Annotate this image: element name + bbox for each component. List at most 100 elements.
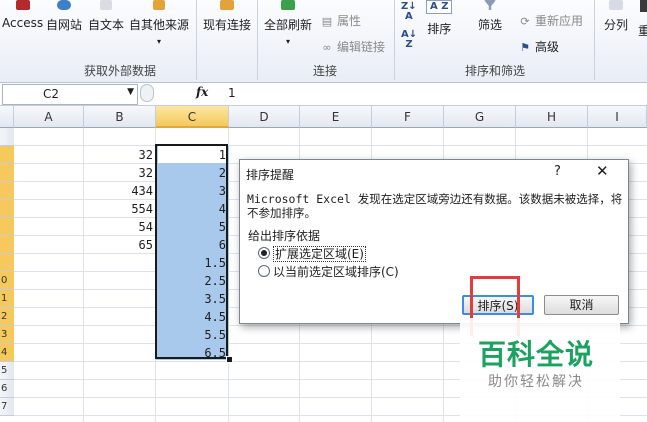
radio-dot[interactable] xyxy=(258,265,270,277)
properties-button[interactable]: ▤ 属性 xyxy=(320,12,361,29)
from-other-sources-button[interactable]: 自其他来源 ▾ xyxy=(129,0,189,46)
formula-controls: fx xyxy=(138,84,218,103)
radio-expand-selection[interactable]: 扩展选定区域(E) xyxy=(258,245,366,262)
text-file-icon xyxy=(100,0,112,10)
sort-basis-group-label: 给出排序依据 xyxy=(248,229,321,243)
sort-button[interactable]: A Z 排序 xyxy=(426,0,453,37)
edit-links-label: 编辑链接 xyxy=(337,40,386,54)
row-header[interactable]: 4 xyxy=(0,344,14,362)
advanced-filter-icon: ⚑ xyxy=(520,41,530,54)
help-icon[interactable]: ? xyxy=(554,164,561,179)
column-header-f[interactable]: F xyxy=(372,106,444,128)
reapply-button[interactable]: ⟳ 重新应用 xyxy=(518,12,583,29)
access-icon xyxy=(15,0,30,10)
edit-links-button[interactable]: ∞ 编辑链接 xyxy=(320,38,385,55)
radio-dot-selected[interactable] xyxy=(258,247,270,259)
column-header-b[interactable]: B xyxy=(84,106,156,128)
text-to-columns-label: 分列 xyxy=(604,18,629,32)
properties-label: 属性 xyxy=(337,14,362,28)
cell-b[interactable]: 434 xyxy=(84,182,156,200)
formula-input[interactable]: 1 xyxy=(228,86,236,100)
from-text-button[interactable]: 自文本 xyxy=(88,0,124,33)
refresh-all-button[interactable]: 全部刷新 ▾ xyxy=(264,0,312,46)
group-label-connections: 连接 xyxy=(312,64,337,78)
row-header[interactable]: 3 xyxy=(0,326,14,344)
name-box[interactable]: C2 ▼ xyxy=(2,84,138,105)
filter-label: 筛选 xyxy=(478,18,503,32)
row-header[interactable] xyxy=(0,254,14,272)
from-text-label: 自文本 xyxy=(88,18,125,32)
column-header-a[interactable]: A xyxy=(14,106,84,128)
radio-current-label: 以当前选定区域排序(C) xyxy=(273,265,399,279)
globe-icon xyxy=(57,0,71,10)
chevron-down-icon[interactable]: ▼ xyxy=(127,87,134,97)
dialog-title: 排序提醒 xyxy=(246,168,295,182)
from-web-label: 自网站 xyxy=(46,18,83,32)
text-to-columns-icon xyxy=(609,0,623,10)
column-header-d[interactable]: D xyxy=(229,106,300,128)
row-header[interactable] xyxy=(0,164,14,182)
remove-duplicates-label: 重 xyxy=(638,24,647,38)
row-header[interactable]: 1 xyxy=(0,290,14,308)
row-header[interactable]: 5 xyxy=(0,362,14,380)
row-header[interactable]: 7 xyxy=(0,398,14,416)
cell-b[interactable]: 65 xyxy=(84,236,156,254)
cell-b[interactable]: 32 xyxy=(84,164,156,182)
group-label-external-data: 获取外部数据 xyxy=(83,64,156,78)
ribbon-separator xyxy=(394,0,395,80)
close-icon[interactable]: ✕ xyxy=(596,162,609,180)
selection-border xyxy=(155,144,228,359)
text-to-columns-button[interactable]: 分列 xyxy=(604,0,628,33)
remove-duplicates-button[interactable]: 重 xyxy=(638,22,647,39)
filter-button[interactable]: 筛选 xyxy=(478,0,502,33)
column-header-h[interactable]: H xyxy=(516,106,588,128)
row-header[interactable]: 6 xyxy=(0,380,14,398)
from-access-button[interactable]: Access xyxy=(2,0,43,30)
cell-b[interactable]: 554 xyxy=(84,200,156,218)
ribbon-separator xyxy=(257,0,258,80)
group-label-sort-filter: 排序和筛选 xyxy=(464,64,525,78)
fill-handle[interactable] xyxy=(226,356,233,363)
row-header[interactable] xyxy=(0,200,14,218)
ribbon-separator xyxy=(594,0,595,80)
cancel-formula-icon[interactable] xyxy=(140,84,154,102)
column-header-c[interactable]: C xyxy=(156,106,229,128)
radio-current-selection[interactable]: 以当前选定区域排序(C) xyxy=(258,263,399,280)
chevron-down-icon: ▾ xyxy=(157,37,162,46)
insert-function-button[interactable]: fx xyxy=(196,85,208,99)
sort-warning-dialog: 排序提醒 ? ✕ Microsoft Excel 发现在选定区域旁边还有数据。该… xyxy=(239,159,629,324)
from-web-button[interactable]: 自网站 xyxy=(46,0,82,33)
funnel-icon xyxy=(484,0,496,10)
row-header[interactable] xyxy=(0,236,14,254)
cell-b[interactable]: 32 xyxy=(84,146,156,164)
ribbon: Access 自网站 自文本 自其他来源 ▾ 现有连接 获取外部数据 全部刷新 … xyxy=(0,0,647,83)
refresh-all-label: 全部刷新 xyxy=(264,18,313,32)
cancel-button[interactable]: 取消 xyxy=(544,295,619,315)
column-header-i[interactable]: I xyxy=(588,106,647,128)
sort-dialog-icon: A Z xyxy=(426,0,453,14)
row-header[interactable] xyxy=(0,182,14,200)
connections-icon xyxy=(220,0,234,10)
row-header[interactable]: 0 xyxy=(0,272,14,290)
dialog-message: Microsoft Excel 发现在选定区域旁边还有数据。该数据未被选择，将不… xyxy=(247,192,623,220)
ribbon-separator xyxy=(196,0,197,80)
cell-b[interactable]: 54 xyxy=(84,218,156,236)
select-all-corner[interactable] xyxy=(0,106,14,128)
row-header[interactable] xyxy=(0,218,14,236)
sort-ascending-icon[interactable]: Z↓ A xyxy=(401,2,417,22)
link-icon: ∞ xyxy=(322,41,332,54)
refresh-icon xyxy=(281,0,295,10)
existing-connections-button[interactable]: 现有连接 xyxy=(203,0,251,33)
from-access-label: Access xyxy=(2,16,44,30)
column-header-e[interactable]: E xyxy=(300,106,372,128)
row-header[interactable] xyxy=(0,128,14,146)
row-header[interactable] xyxy=(0,146,14,164)
column-header-g[interactable]: G xyxy=(444,106,516,128)
row-header[interactable]: 2 xyxy=(0,308,14,326)
existing-connections-label: 现有连接 xyxy=(203,18,252,32)
sort-descending-icon[interactable]: A↓ Z xyxy=(401,30,417,50)
advanced-button[interactable]: ⚑ 高级 xyxy=(518,38,559,55)
advanced-label: 高级 xyxy=(535,40,560,54)
sort-label: 排序 xyxy=(427,22,452,36)
from-other-sources-label: 自其他来源 xyxy=(129,18,190,32)
